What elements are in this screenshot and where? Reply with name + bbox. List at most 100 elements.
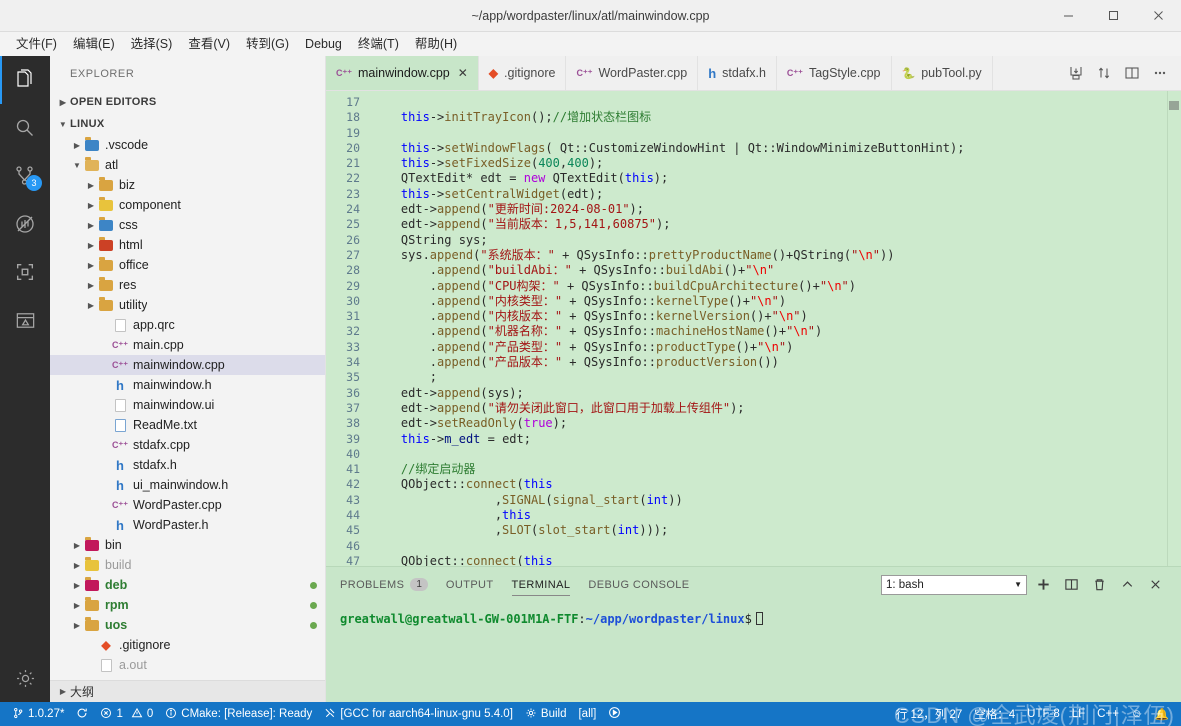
status-encoding[interactable]: UTF-8 xyxy=(1021,702,1066,726)
panel-tab-problems[interactable]: PROBLEMS 1 xyxy=(340,567,428,602)
tree-file[interactable]: C⁺⁺ stdafx.cpp xyxy=(50,435,325,455)
terminal-body[interactable]: greatwall@greatwall-GW-001M1A-FTF:~/app/… xyxy=(326,602,1181,702)
activity-bar: 3 xyxy=(0,56,50,702)
tree-file[interactable]: mainwindow.ui xyxy=(50,395,325,415)
save-all-icon[interactable] xyxy=(1063,58,1089,88)
tree-file[interactable]: ◆ .gitignore xyxy=(50,635,325,655)
tree-file[interactable]: ReadMe.txt xyxy=(50,415,325,435)
tree-file[interactable]: h stdafx.h xyxy=(50,455,325,475)
code-token: this xyxy=(400,140,430,155)
tab-wordpaster-cpp[interactable]: C⁺⁺ WordPaster.cpp xyxy=(566,56,699,90)
tree-folder[interactable]: ▶ deb xyxy=(50,575,325,595)
status-feedback-icon[interactable]: ☺ xyxy=(1125,702,1149,726)
split-terminal-icon[interactable] xyxy=(1059,573,1083,597)
activity-remote-explorer[interactable] xyxy=(0,296,50,344)
status-language-mode[interactable]: C++ xyxy=(1091,702,1125,726)
tree-file[interactable]: C⁺⁺ mainwindow.cpp xyxy=(50,355,325,375)
status-eol[interactable]: LF xyxy=(1066,702,1091,726)
code-editor[interactable]: 17 18 19 20 21 22 23 24 25 26 27 28 29 30 31 32 33 34 35 36… xyxy=(326,91,1181,566)
status-sync[interactable] xyxy=(70,702,94,726)
status-cmake-build[interactable]: Build xyxy=(519,702,573,726)
section-workspace[interactable]: ▼ LINUX xyxy=(50,113,325,135)
tree-folder[interactable]: ▶ build xyxy=(50,555,325,575)
new-terminal-icon[interactable] xyxy=(1031,573,1055,597)
tree-folder[interactable]: ▶ res xyxy=(50,275,325,295)
tree-folder[interactable]: ▼ atl xyxy=(50,155,325,175)
activity-explorer[interactable] xyxy=(0,56,50,104)
panel-tab-output[interactable]: OUTPUT xyxy=(446,567,494,602)
section-open-editors[interactable]: ▶ OPEN EDITORS xyxy=(50,91,325,113)
code-token: . xyxy=(372,339,438,354)
activity-extensions[interactable] xyxy=(0,248,50,296)
maximize-panel-icon[interactable] xyxy=(1115,573,1139,597)
activity-debug[interactable] xyxy=(0,200,50,248)
tree-folder[interactable]: ▶ uos xyxy=(50,615,325,635)
info-icon xyxy=(165,707,177,722)
tab-pubtool-py[interactable]: 🐍 pubTool.py xyxy=(892,56,993,90)
refresh-icon[interactable] xyxy=(1091,58,1117,88)
status-cmake[interactable]: CMake: [Release]: Ready xyxy=(159,702,318,726)
scrollbar-thumb[interactable] xyxy=(1169,101,1179,110)
menu-terminal[interactable]: 终端(T) xyxy=(350,32,407,56)
editor-scrollbar[interactable] xyxy=(1167,91,1181,566)
maximize-button[interactable] xyxy=(1091,0,1136,32)
minimize-button[interactable] xyxy=(1046,0,1091,32)
code-token: + QSysInfo:: xyxy=(562,309,656,324)
tab-stdafx-h[interactable]: h stdafx.h xyxy=(698,56,777,90)
code-token: //绑定启动器 xyxy=(400,462,476,477)
status-cmake-target[interactable]: [all] xyxy=(572,702,602,726)
tree-file[interactable]: h WordPaster.h xyxy=(50,515,325,535)
menu-help[interactable]: 帮助(H) xyxy=(407,32,465,56)
menu-debug[interactable]: Debug xyxy=(297,32,350,56)
menu-edit[interactable]: 编辑(E) xyxy=(65,32,123,56)
code-line: edt->append("当前版本：1,5,141,60875"); xyxy=(372,217,1181,232)
tab--gitignore[interactable]: ◆ .gitignore xyxy=(479,56,567,90)
tree-folder[interactable]: ▶ html xyxy=(50,235,325,255)
close-button[interactable] xyxy=(1136,0,1181,32)
tree-folder[interactable]: ▶ css xyxy=(50,215,325,235)
tree-file[interactable]: h ui_mainwindow.h xyxy=(50,475,325,495)
panel-tab-terminal[interactable]: TERMINAL xyxy=(511,567,571,602)
status-problems[interactable]: 1 0 xyxy=(94,702,159,726)
status-notifications-icon[interactable]: 🔔 xyxy=(1149,702,1175,726)
close-panel-icon[interactable] xyxy=(1143,573,1167,597)
menu-file[interactable]: 文件(F) xyxy=(8,32,65,56)
status-cmake-run[interactable] xyxy=(602,702,627,726)
status-indentation[interactable]: 空格：4 xyxy=(968,702,1021,726)
tab-tagstyle-cpp[interactable]: C⁺⁺ TagStyle.cpp xyxy=(777,56,892,90)
tree-folder[interactable]: ▶ biz xyxy=(50,175,325,195)
tree-file[interactable]: app.qrc xyxy=(50,315,325,335)
menu-view[interactable]: 查看(V) xyxy=(180,32,238,56)
tree-folder[interactable]: ▶ .vscode xyxy=(50,135,325,155)
code-token: append xyxy=(437,400,481,415)
split-editor-icon[interactable] xyxy=(1119,58,1145,88)
tree-file[interactable]: h mainwindow.h xyxy=(50,375,325,395)
terminal-select[interactable]: 1: bash ▼ xyxy=(881,574,1027,595)
menu-select[interactable]: 选择(S) xyxy=(123,32,181,56)
more-actions-icon[interactable] xyxy=(1147,58,1173,88)
code-content[interactable]: this->initTrayIcon();//增加状态栏图标 this->set… xyxy=(372,91,1181,566)
menu-goto[interactable]: 转到(G) xyxy=(238,32,297,56)
status-branch[interactable]: 1.0.27* xyxy=(6,702,70,726)
status-cmake-kit[interactable]: [GCC for aarch64-linux-gnu 5.4.0] xyxy=(318,702,519,726)
kill-terminal-icon[interactable] xyxy=(1087,573,1111,597)
activity-source-control[interactable]: 3 xyxy=(0,152,50,200)
tree-file[interactable]: C⁺⁺ main.cpp xyxy=(50,335,325,355)
panel-tab-debug-console[interactable]: DEBUG CONSOLE xyxy=(588,567,689,602)
section-outline[interactable]: ▶ 大纲 xyxy=(50,680,325,702)
tree-folder[interactable]: ▶ bin xyxy=(50,535,325,555)
tools-icon xyxy=(324,707,336,722)
explorer-tree[interactable]: ▶ OPEN EDITORS ▼ LINUX ▶ .vscode ▼ atl ▶ biz ▶… xyxy=(50,91,325,680)
tree-file[interactable]: a.out xyxy=(50,655,325,675)
panel-tab-problems-label: PROBLEMS xyxy=(340,578,405,591)
activity-search[interactable] xyxy=(0,104,50,152)
activity-settings[interactable] xyxy=(0,654,50,702)
tree-file[interactable]: C⁺⁺ WordPaster.cpp xyxy=(50,495,325,515)
close-icon[interactable]: ✕ xyxy=(458,66,468,80)
tree-folder[interactable]: ▶ component xyxy=(50,195,325,215)
tab-mainwindow-cpp[interactable]: C⁺⁺ mainwindow.cpp ✕ xyxy=(326,56,479,90)
tree-folder[interactable]: ▶ utility xyxy=(50,295,325,315)
tree-folder[interactable]: ▶ rpm xyxy=(50,595,325,615)
status-cursor-position[interactable]: 行 12，列 27 xyxy=(890,702,968,726)
tree-folder[interactable]: ▶ office xyxy=(50,255,325,275)
